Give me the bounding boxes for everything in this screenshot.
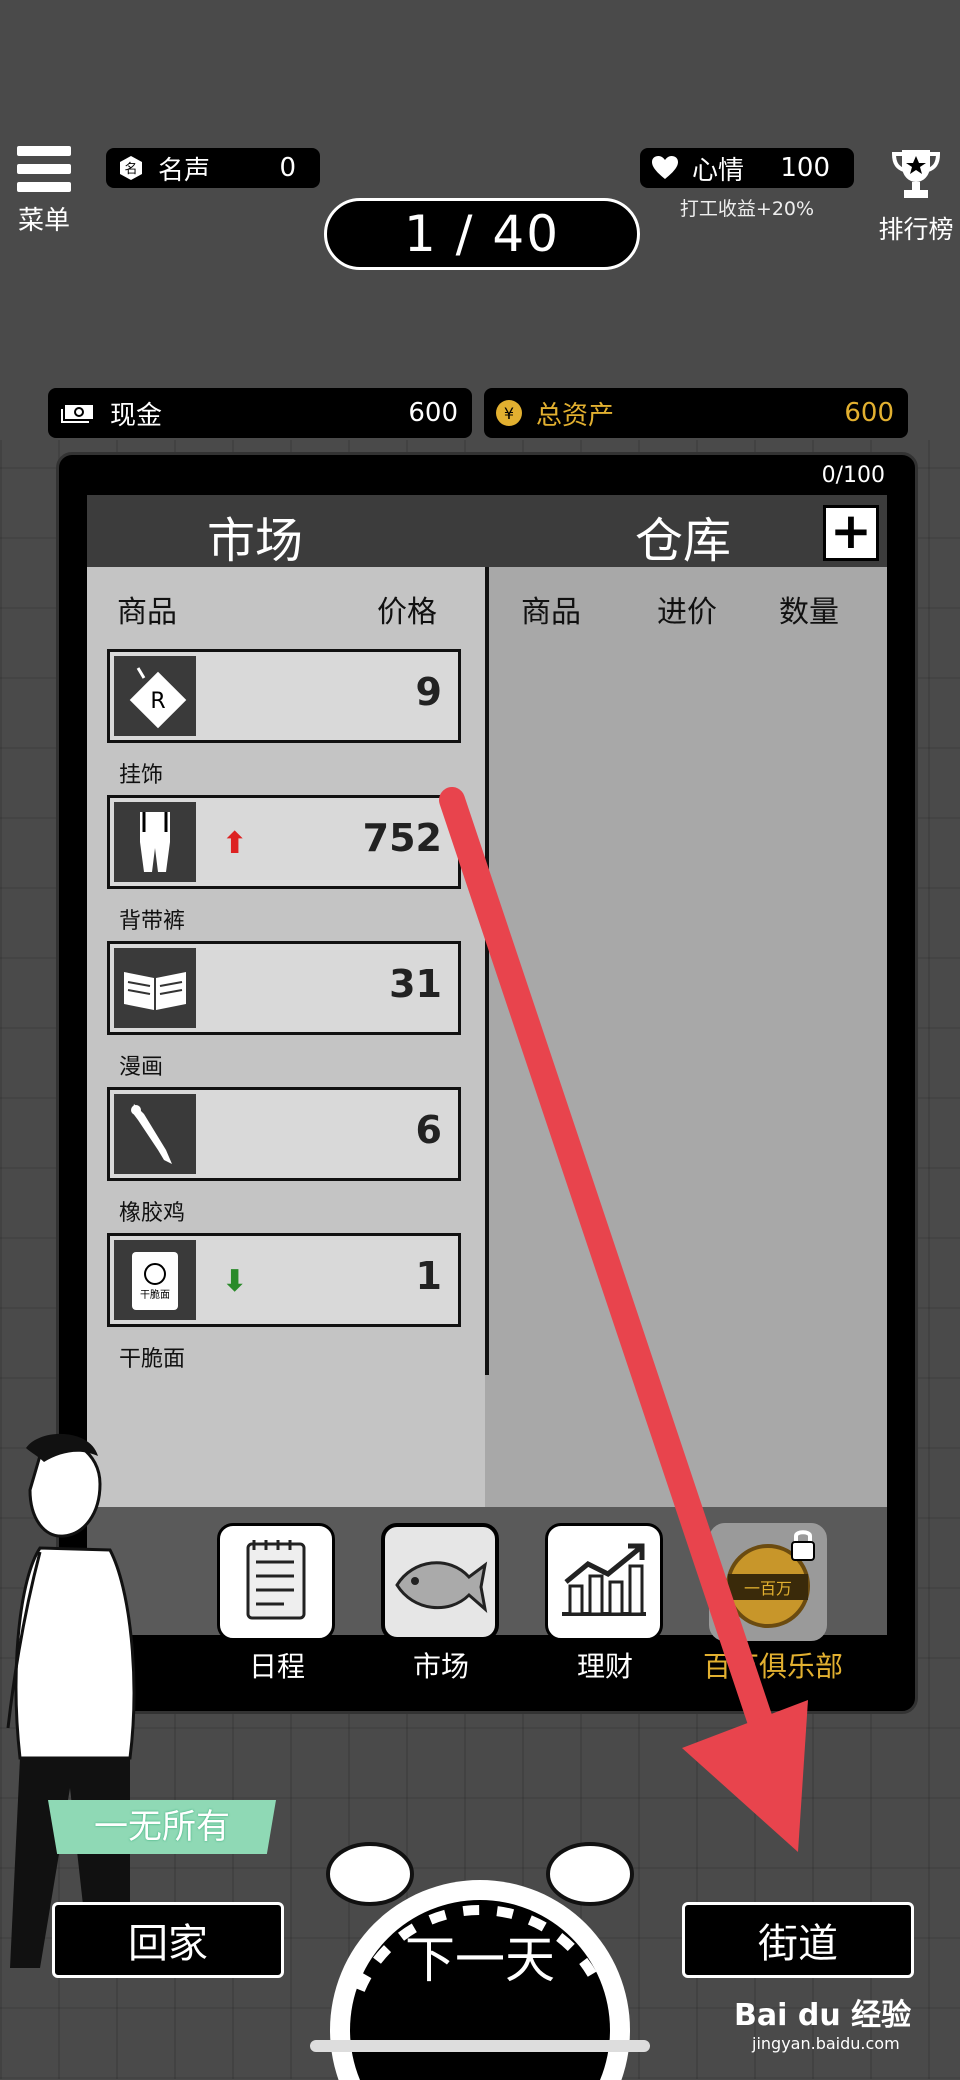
menu-button[interactable]: 菜单 [14,146,74,236]
rubber-chicken-icon [114,1094,196,1174]
overalls-icon [114,802,196,882]
bottom-nav-bar: 日程 市场 理财 一百万 百万俱乐部 [87,1507,887,1683]
market-item-card[interactable]: 6 [107,1087,461,1181]
panel-header: 市场 仓库 + [87,495,887,569]
market-tab-label: 市场 [412,1650,469,1683]
baidu-watermark-url: jingyan.baidu.com [752,2034,900,2053]
warehouse-capacity: 0/100 [821,463,885,488]
cash-icon [58,398,98,428]
finance-tab[interactable] [545,1523,663,1641]
item-name: 橡胶鸡 [119,1201,186,1226]
street-button[interactable]: 街道 [682,1902,914,1978]
schedule-tab[interactable] [217,1523,335,1641]
item-name: 挂饰 [119,763,164,788]
notepad-icon [246,1540,306,1620]
price-up-arrow-icon: ⬆ [222,826,248,861]
tab-market[interactable]: 市场 [207,501,303,571]
leaderboard-label: 排行榜 [878,215,954,244]
price-down-arrow-icon: ⬇ [222,1264,248,1299]
warehouse-header-goods: 商品 [521,595,581,630]
pendant-icon: R [114,656,196,736]
fame-value: 0 [279,153,296,183]
fame-icon: 名 [116,153,146,183]
market-item-card[interactable]: ⬆ 752 [107,795,461,889]
million-club-tab-label: 百万俱乐部 [702,1650,843,1683]
market-item-card[interactable]: 31 [107,941,461,1035]
chart-up-icon [562,1543,646,1616]
item-price: 6 [415,1108,442,1152]
svg-text:名: 名 [124,161,137,177]
market-header-price: 价格 [377,595,437,630]
heart-icon [650,153,680,183]
piggy-bank-icon: ¥ [494,398,524,428]
item-price: 1 [415,1254,442,1298]
million-badge-text: 一百万 [744,1579,792,1598]
item-name: 干脆面 [119,1347,186,1372]
status-tag: 一无所有 [48,1800,276,1854]
cash-pill: 现金 600 [48,388,472,438]
leaderboard-button[interactable]: 排行榜 [872,146,960,246]
svg-text:¥: ¥ [504,404,514,423]
total-assets-label: 总资产 [536,400,615,431]
market-list: 商品 价格 R 9 挂饰 ⬆ 752 背带裤 31 漫画 6 橡胶鸡 干脆面 ⬇… [87,567,485,1567]
fame-label: 名声 [158,155,211,186]
lock-icon [791,1530,815,1561]
menu-label: 菜单 [17,206,70,236]
home-indicator[interactable] [310,2040,650,2052]
warehouse-header-cost: 进价 [657,595,717,630]
item-price: 31 [389,962,442,1006]
trophy-icon [891,150,941,198]
schedule-tab-label: 日程 [248,1650,305,1683]
tab-warehouse[interactable]: 仓库 [635,501,731,571]
total-assets-value: 600 [844,398,894,428]
market-item-card[interactable]: R 9 [107,649,461,743]
mood-pill: 心情 100 [640,148,854,188]
svg-text:R: R [150,689,165,714]
item-name: 背带裤 [119,909,186,934]
item-price: 9 [415,670,442,714]
total-assets-pill: ¥ 总资产 600 [484,388,908,438]
noodle-pack-text: 干脆面 [140,1288,170,1301]
clock-bell-left-icon [326,1842,414,1906]
cash-value: 600 [408,398,458,428]
fame-pill: 名 名声 0 [106,148,320,188]
baidu-watermark: Bai du 经验 [734,1998,912,2033]
trade-panel-inner: 市场 仓库 + 商品 价格 R 9 挂饰 ⬆ 752 背带裤 31 漫画 6 橡… [87,495,887,1683]
mood-label: 心情 [692,155,745,186]
market-header-goods: 商品 [117,595,177,630]
finance-tab-label: 理财 [576,1650,633,1683]
expand-warehouse-button[interactable]: + [823,505,879,561]
next-day-label: 下一天 [405,1931,555,1989]
mood-bonus-note: 打工收益+20% [679,198,815,220]
clock-bell-right-icon [546,1842,634,1906]
cash-label: 现金 [110,400,163,431]
menu-icon [17,146,71,192]
mood-value: 100 [780,153,830,183]
market-item-card[interactable]: 干脆面 ⬇ 1 [107,1233,461,1327]
instant-noodles-icon: 干脆面 [114,1240,196,1320]
go-home-button[interactable]: 回家 [52,1902,284,1978]
item-price: 752 [362,816,442,860]
item-name: 漫画 [119,1055,164,1080]
fish-icon [395,1561,488,1613]
comic-book-icon [114,948,196,1028]
column-divider [485,567,489,1375]
warehouse-header-quantity: 数量 [779,595,839,630]
day-counter: 1 / 40 [324,198,640,270]
million-club-tab[interactable]: 一百万 [709,1523,827,1641]
market-tab[interactable] [381,1523,499,1641]
